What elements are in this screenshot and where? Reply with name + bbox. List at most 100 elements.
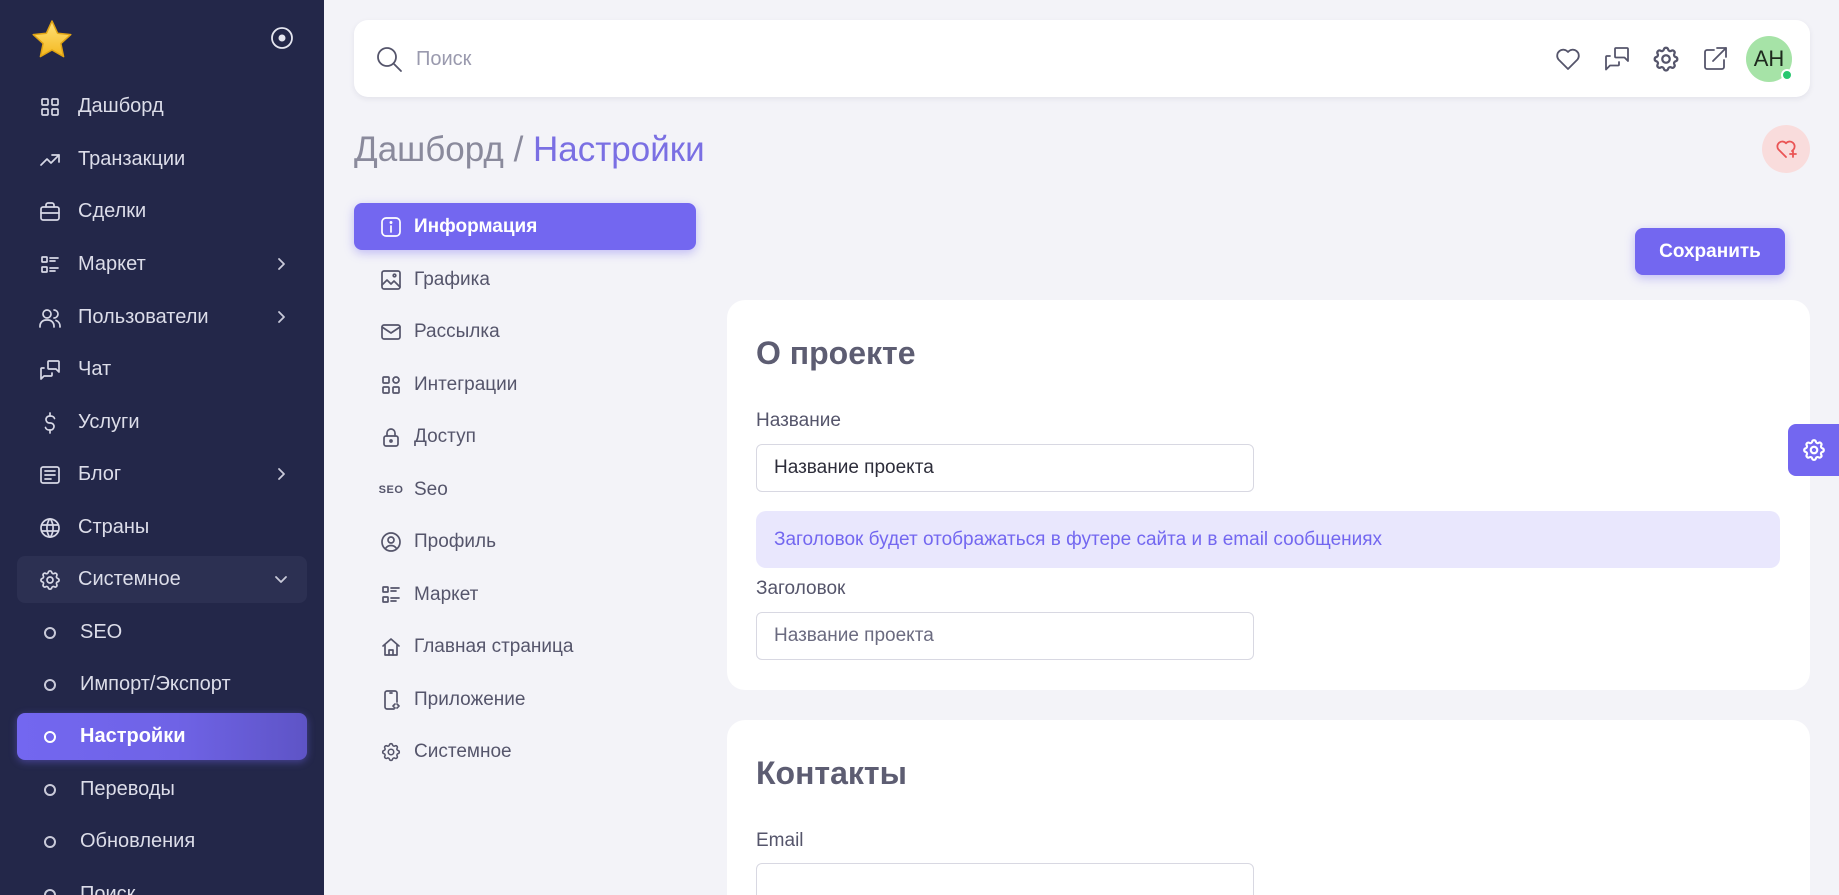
- about-project-card: О проекте Название Заголовок будет отобр…: [727, 300, 1810, 690]
- heart-plus-icon: [1776, 140, 1797, 158]
- sidebar-item-countries[interactable]: Страны: [17, 504, 307, 551]
- settings-tab-seo[interactable]: SEO Seo: [354, 466, 696, 513]
- sidebar-item-users[interactable]: Пользователи: [17, 294, 307, 341]
- chevron-down-icon: [271, 569, 291, 589]
- sidebar-item-label: Дашборд: [78, 95, 164, 117]
- gear-icon: [1802, 439, 1825, 461]
- mail-icon: [380, 321, 402, 343]
- online-status-badge: [1781, 69, 1793, 81]
- sidebar-subitem-label: Импорт/Экспорт: [80, 673, 231, 695]
- sidebar-subitem-search[interactable]: Поиск: [17, 871, 307, 895]
- sidebar-item-blog[interactable]: Блог: [17, 451, 307, 498]
- sidebar-item-label: Услуги: [78, 411, 140, 433]
- globe-icon: [37, 515, 63, 541]
- briefcase-icon: [37, 199, 63, 225]
- sidebar-header: [0, 0, 324, 82]
- name-field-label: Название: [756, 410, 841, 431]
- sidebar-item-transactions[interactable]: Транзакции: [17, 136, 307, 183]
- search-icon[interactable]: [374, 44, 404, 74]
- settings-tab-info[interactable]: Информация: [354, 203, 696, 250]
- circle-icon: [44, 835, 56, 848]
- sidebar-item-label: Транзакции: [78, 148, 186, 170]
- sidebar-subitem-settings[interactable]: Настройки: [17, 713, 307, 760]
- search-input[interactable]: [416, 40, 1116, 78]
- apps-icon: [380, 374, 402, 396]
- sidebar-item-services[interactable]: Услуги: [17, 399, 307, 446]
- circle-icon: [44, 678, 56, 691]
- avatar[interactable]: AH: [1746, 36, 1793, 82]
- sidebar-subitem-label: SEO: [80, 621, 123, 643]
- sidebar-subitem-translations[interactable]: Переводы: [17, 766, 307, 813]
- save-button[interactable]: Сохранить: [1635, 228, 1785, 275]
- sidebar-item-system[interactable]: Системное: [17, 556, 307, 603]
- settings-icon: [380, 741, 402, 763]
- gear-icon[interactable]: [1651, 44, 1681, 74]
- sidebar-item-market[interactable]: Маркет: [17, 241, 307, 288]
- breadcrumb-parent[interactable]: Дашборд: [354, 130, 504, 169]
- list-details-icon: [380, 584, 402, 606]
- breadcrumb-current: Настройки: [533, 130, 705, 169]
- sidebar-item-dashboard[interactable]: Дашборд: [17, 83, 307, 130]
- contacts-card: Контакты Email: [727, 720, 1810, 895]
- add-to-favorites-button[interactable]: [1762, 125, 1810, 173]
- heading-field-label: Заголовок: [756, 578, 846, 599]
- project-name-input[interactable]: [756, 444, 1254, 492]
- chevron-right-icon: [271, 464, 291, 484]
- chevron-right-icon: [271, 254, 291, 274]
- sidebar-item-label: Маркет: [78, 253, 146, 275]
- sidebar: Дашборд Транзакции Сделки Маркет Пользов…: [0, 0, 324, 895]
- settings-tab-label: Профиль: [414, 530, 497, 552]
- sidebar-item-label: Чат: [78, 358, 112, 380]
- sidebar-item-label: Блог: [78, 463, 122, 485]
- article-icon: [37, 462, 63, 488]
- heading-input[interactable]: [756, 612, 1254, 660]
- email-field[interactable]: [756, 863, 1254, 895]
- sidebar-subitem-label: Переводы: [80, 778, 175, 800]
- sidebar-item-deals[interactable]: Сделки: [17, 188, 307, 235]
- sidebar-item-label: Пользователи: [78, 306, 209, 328]
- settings-tab-market[interactable]: Маркет: [354, 571, 696, 618]
- settings-tab-label: Информация: [414, 215, 538, 237]
- circle-icon: [44, 730, 56, 743]
- lock-icon: [380, 426, 402, 448]
- settings-tab-label: Seo: [414, 478, 448, 500]
- user-circle-icon: [380, 531, 402, 553]
- sidebar-subitem-updates[interactable]: Обновления: [17, 818, 307, 865]
- settings-tab-access[interactable]: Доступ: [354, 413, 696, 460]
- settings-tab-label: Доступ: [414, 425, 476, 447]
- trend-icon: [37, 147, 63, 173]
- settings-tab-graphics[interactable]: Графика: [354, 256, 696, 303]
- settings-tab-home-page[interactable]: Главная страница: [354, 623, 696, 670]
- sidebar-item-label: Системное: [78, 568, 181, 590]
- theme-customizer-button[interactable]: [1788, 424, 1839, 476]
- top-navbar: AH: [354, 20, 1810, 97]
- messages-icon[interactable]: [1602, 44, 1632, 74]
- dashboard-icon: [37, 94, 63, 120]
- sidebar-item-chat[interactable]: Чат: [17, 346, 307, 393]
- circle-icon: [44, 626, 56, 639]
- heart-icon[interactable]: [1553, 44, 1583, 74]
- sidebar-subitem-seo[interactable]: SEO: [17, 609, 307, 656]
- sidebar-item-label: Страны: [78, 516, 150, 538]
- home-icon: [380, 636, 402, 658]
- device-mobile-icon: [380, 689, 402, 711]
- settings-tab-mailing[interactable]: Рассылка: [354, 308, 696, 355]
- settings-tab-label: Приложение: [414, 688, 526, 710]
- list-details-icon: [37, 252, 63, 278]
- settings-tab-application[interactable]: Приложение: [354, 676, 696, 723]
- star-logo-icon[interactable]: [30, 18, 74, 62]
- settings-icon: [37, 567, 63, 593]
- card-title: Контакты: [756, 755, 907, 791]
- settings-tab-profile[interactable]: Профиль: [354, 518, 696, 565]
- chevron-right-icon: [271, 307, 291, 327]
- collapse-toggle-icon[interactable]: [270, 26, 294, 50]
- settings-tab-integrations[interactable]: Интеграции: [354, 361, 696, 408]
- circle-icon: [44, 783, 56, 796]
- circle-icon: [44, 888, 56, 895]
- sidebar-subitem-import-export[interactable]: Импорт/Экспорт: [17, 661, 307, 708]
- settings-tab-system[interactable]: Системное: [354, 728, 696, 775]
- external-link-icon[interactable]: [1700, 44, 1730, 74]
- breadcrumb: Дашборд / Настройки: [354, 130, 705, 170]
- dollar-icon: [37, 410, 63, 436]
- settings-tab-label: Рассылка: [414, 320, 500, 342]
